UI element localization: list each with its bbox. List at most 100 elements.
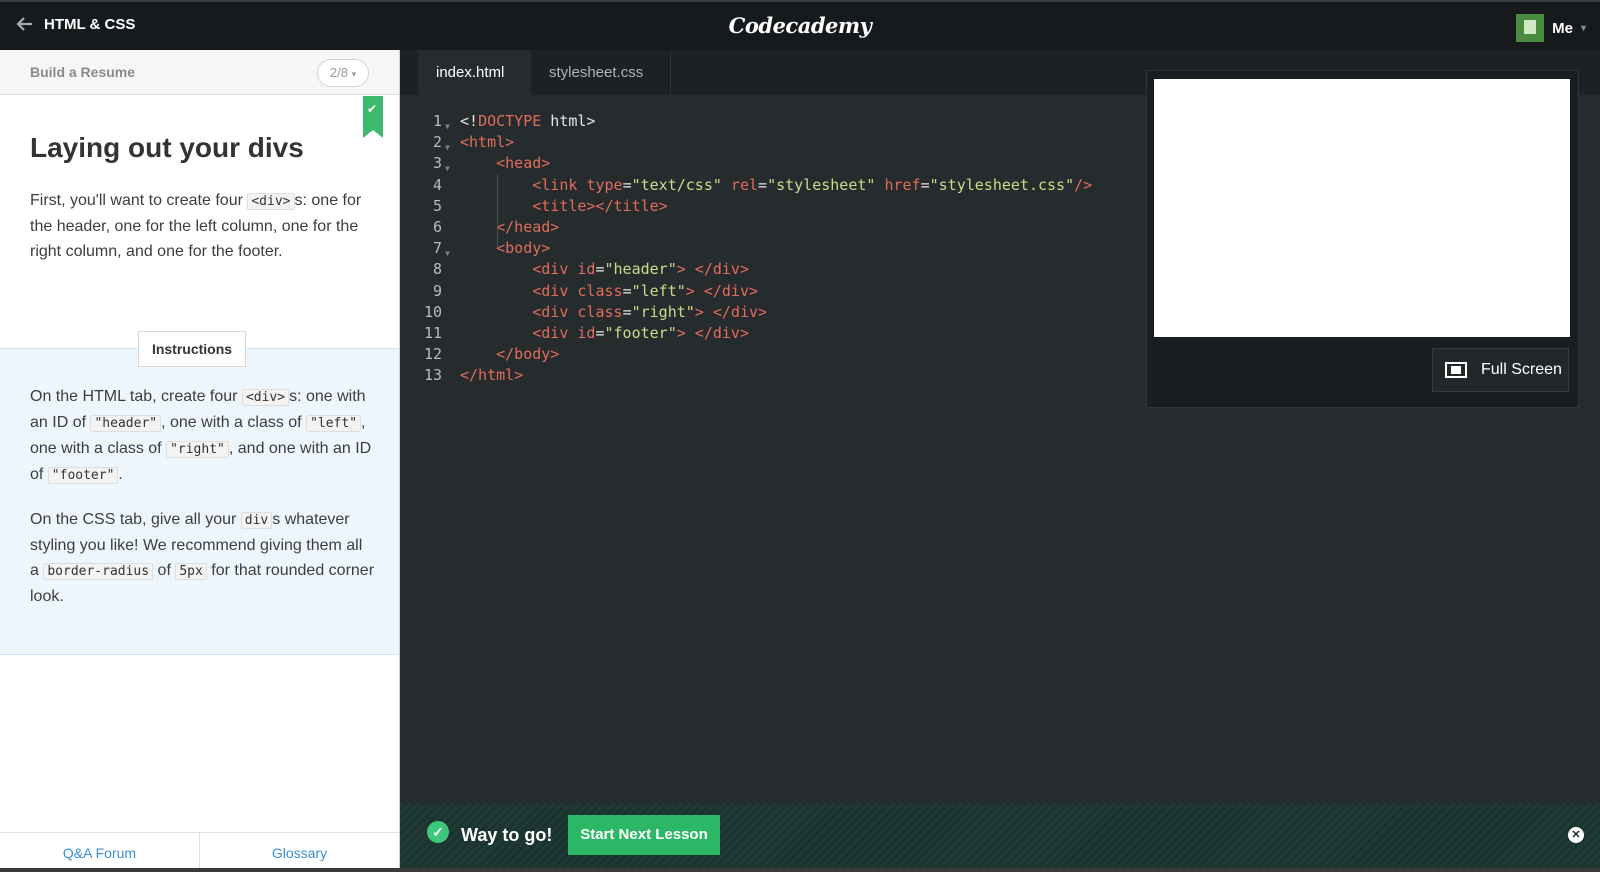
line-number: 8 bbox=[432, 260, 442, 279]
code-token: = bbox=[920, 175, 930, 194]
fold-toggle-icon[interactable]: ▼ bbox=[445, 158, 450, 179]
line-number: 6 bbox=[432, 218, 442, 236]
window-bottom-edge bbox=[0, 868, 1600, 872]
inline-code: "footer" bbox=[47, 467, 119, 484]
code-token: <link bbox=[532, 175, 587, 194]
line-number: 13 bbox=[423, 366, 442, 385]
instructions-label: Instructions bbox=[138, 331, 246, 367]
code-token: > </div> bbox=[685, 281, 759, 300]
instruction-css: On the CSS tab, give all your div s whate… bbox=[30, 507, 375, 609]
code-token: </body> bbox=[496, 345, 560, 364]
lesson-header: Build a Resume 2/8 ▾ bbox=[0, 50, 399, 95]
line-number: 1 bbox=[432, 112, 442, 130]
code-token: = bbox=[622, 281, 632, 300]
instruction-html: On the HTML tab, create four <div> s: one… bbox=[30, 384, 375, 488]
user-menu[interactable]: Me ▾ bbox=[1516, 14, 1586, 42]
code-line: <div class="left"> </div> bbox=[460, 281, 758, 302]
code-line: <div class="right"> </div> bbox=[460, 302, 767, 323]
start-next-lesson-button[interactable]: Start Next Lesson bbox=[568, 815, 720, 855]
code-token: > </div> bbox=[694, 302, 768, 321]
bookmark-check-icon: ✔ bbox=[363, 96, 383, 138]
code-token: id bbox=[577, 260, 596, 279]
code-token: rel bbox=[721, 175, 759, 194]
code-editor[interactable]: 1 ▼ <!DOCTYPE html> 2 ▼ <html> 3 ▼ <head> 4 <lin… bbox=[400, 95, 1140, 495]
code-token: DOCTYPE bbox=[478, 112, 542, 130]
preview-frame[interactable] bbox=[1154, 79, 1570, 337]
code-token: </head> bbox=[496, 218, 560, 236]
code-token: = bbox=[758, 175, 768, 194]
code-line: </head> bbox=[460, 217, 559, 238]
tab-stylesheet-css[interactable]: stylesheet.css bbox=[531, 50, 671, 95]
code-token: class bbox=[577, 302, 623, 321]
code-token: <! bbox=[460, 112, 479, 130]
code-line: </html> bbox=[460, 365, 523, 386]
chevron-down-icon: ▾ bbox=[1580, 22, 1586, 34]
code-token: <html> bbox=[460, 133, 515, 152]
code-line: <div id="footer"> </div> bbox=[460, 323, 749, 344]
top-bar: HTML & CSS Codecademy Me ▾ bbox=[0, 0, 1600, 50]
code-token: "left" bbox=[631, 281, 686, 300]
code-token: href bbox=[875, 175, 921, 194]
glossary-link[interactable]: Glossary bbox=[200, 833, 399, 872]
prose-text: On the CSS tab, give all your bbox=[30, 511, 241, 528]
code-line: <body> bbox=[460, 238, 550, 259]
progress-count: 2/8 bbox=[329, 65, 348, 80]
code-token: id bbox=[577, 324, 596, 342]
avatar bbox=[1516, 14, 1545, 42]
code-line: <!DOCTYPE html> bbox=[460, 111, 595, 132]
code-token: <div bbox=[532, 302, 578, 321]
lesson-intro: First, you'll want to create four <div> s… bbox=[30, 188, 375, 264]
code-token: "right" bbox=[631, 302, 695, 321]
code-token: <div bbox=[532, 260, 578, 279]
progress-dropdown[interactable]: 2/8 ▾ bbox=[317, 59, 369, 87]
inline-code: "header" bbox=[90, 415, 162, 432]
line-number: 9 bbox=[432, 281, 442, 300]
line-number: 4 bbox=[432, 175, 442, 194]
code-token: > </div> bbox=[676, 260, 749, 279]
inline-code: div bbox=[240, 512, 273, 529]
fold-toggle-icon[interactable]: ▼ bbox=[445, 137, 450, 158]
inline-code: 5px bbox=[175, 563, 207, 580]
chevron-down-icon: ▾ bbox=[351, 69, 357, 79]
code-token: "header" bbox=[604, 260, 677, 279]
code-line: <title></title> bbox=[460, 196, 667, 217]
tab-index-html[interactable]: index.html bbox=[418, 50, 531, 95]
prose-text: First, you'll want to create four bbox=[30, 192, 248, 209]
code-token: = bbox=[595, 260, 605, 279]
line-number: 10 bbox=[423, 302, 442, 321]
inline-code: <div> bbox=[247, 193, 295, 210]
code-token: class bbox=[577, 281, 623, 300]
success-message: Way to go! bbox=[461, 825, 553, 845]
lesson-footer: Q&A Forum Glossary bbox=[0, 832, 399, 872]
code-token: html> bbox=[541, 112, 596, 130]
code-token: <div bbox=[532, 281, 578, 300]
full-screen-button[interactable]: Full Screen bbox=[1432, 348, 1569, 392]
code-token: > </div> bbox=[676, 324, 749, 342]
code-token: = bbox=[595, 324, 605, 342]
success-bar: ✓ Way to go! Start Next Lesson ✕ bbox=[400, 803, 1600, 872]
code-token: /> bbox=[1074, 175, 1093, 194]
line-number: 3 bbox=[432, 154, 442, 173]
close-icon[interactable]: ✕ bbox=[1568, 827, 1584, 843]
prose-text: , one with a class of bbox=[161, 414, 307, 431]
fold-toggle-icon[interactable]: ▼ bbox=[445, 243, 450, 264]
line-number: 11 bbox=[423, 324, 442, 342]
code-token: "footer" bbox=[604, 324, 677, 342]
code-token: type bbox=[586, 175, 623, 194]
line-number: 5 bbox=[432, 196, 442, 215]
user-name: Me bbox=[1552, 19, 1573, 37]
qa-forum-link[interactable]: Q&A Forum bbox=[0, 833, 200, 872]
fold-toggle-icon[interactable]: ▼ bbox=[445, 116, 450, 137]
code-token: <head> bbox=[496, 154, 551, 173]
line-number: 2 bbox=[432, 133, 442, 152]
code-token: = bbox=[622, 175, 632, 194]
code-line: <head> bbox=[460, 153, 550, 174]
code-token: <body> bbox=[496, 239, 551, 258]
